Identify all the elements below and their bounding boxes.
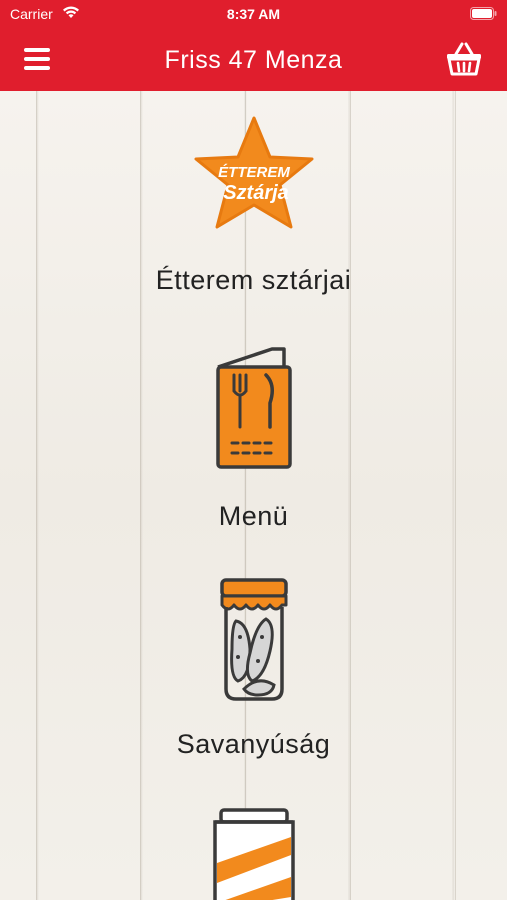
menu-item-drink[interactable] [0, 807, 507, 900]
menu-item-etterem-sztarjai[interactable]: ÉTTEREM Sztárja Étterem sztárjai [0, 115, 507, 296]
menu-item-label: Menü [218, 501, 289, 531]
status-time: 8:37 AM [226, 6, 281, 22]
app-header: Carrier 8:37 AM Friss 47 Menza [0, 0, 507, 91]
menu-item-label: Savanyúság [176, 729, 331, 759]
can-icon [212, 808, 295, 900]
nav-bar: Friss 47 Menza [0, 28, 507, 91]
menu-item-menu[interactable]: Menü [0, 345, 507, 532]
star-badge-icon: ÉTTEREM Sztárja [194, 116, 313, 229]
page-title: Friss 47 Menza [164, 46, 343, 74]
menu-item-savanyusag[interactable]: Savanyúság [0, 577, 507, 760]
pickle-jar-icon [219, 578, 288, 701]
menu-card-icon [215, 347, 292, 469]
badge-line-2: Sztárja [223, 182, 289, 204]
battery-icon [470, 7, 497, 20]
basket-icon[interactable] [445, 41, 483, 77]
main-content: ÉTTEREM Sztárja Étterem sztárjai Menü Sa… [0, 91, 507, 900]
status-bar: Carrier 8:37 AM [0, 0, 507, 28]
badge-line-1: ÉTTEREM [218, 164, 290, 181]
menu-item-label: Étterem sztárjai [155, 265, 352, 295]
